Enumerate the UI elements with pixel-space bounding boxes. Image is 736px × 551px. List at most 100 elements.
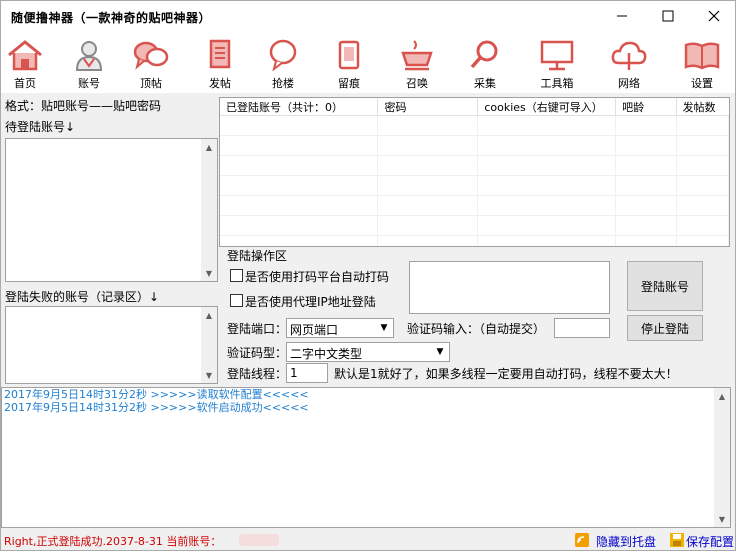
toolbar-summon[interactable]: 召唤 bbox=[387, 37, 447, 93]
scroll-down-icon[interactable]: ▼ bbox=[201, 367, 217, 383]
toolbar-network[interactable]: 网络 bbox=[599, 37, 659, 93]
threads-value: 1 bbox=[290, 366, 298, 380]
toolbar-grab-floor[interactable]: 抢楼 bbox=[253, 37, 313, 93]
toolbar-label: 账号 bbox=[78, 77, 100, 90]
hide-to-tray-link[interactable]: 隐藏到托盘 bbox=[596, 533, 656, 550]
maximize-button[interactable] bbox=[645, 1, 691, 31]
threads-input[interactable]: 1 bbox=[286, 363, 328, 383]
toolbar-label: 首页 bbox=[14, 77, 36, 90]
log-line: 2017年9月5日14时31分2秒 >>>>>读取软件配置<<<<< bbox=[4, 388, 309, 401]
close-button[interactable] bbox=[691, 1, 735, 31]
column-header-password[interactable]: 密码 bbox=[377, 98, 479, 116]
toolbar-post[interactable]: 发帖 bbox=[190, 37, 250, 93]
scroll-up-icon[interactable]: ▲ bbox=[714, 388, 730, 404]
save-icon bbox=[670, 533, 684, 547]
log-scrollbar[interactable]: ▲ ▼ bbox=[714, 388, 730, 527]
tablet-icon bbox=[338, 40, 360, 70]
main-window: 随便撸神器（一款神奇的贴吧神器） 首页 账号 顶帖 发帖 抢楼 留痕 召唤 采集… bbox=[0, 0, 736, 551]
login-group-title: 登陆操作区 bbox=[227, 249, 288, 263]
chevron-down-icon[interactable]: ▼ bbox=[377, 321, 391, 335]
toolbar-collect[interactable]: 采集 bbox=[455, 37, 515, 93]
toolbar-toolbox[interactable]: 工具箱 bbox=[527, 37, 587, 93]
table-row bbox=[220, 215, 729, 236]
column-header-post-count[interactable]: 发帖数 bbox=[676, 98, 729, 116]
captcha-input-label: 验证码输入：（自动提交） bbox=[407, 322, 546, 336]
failed-accounts-textarea[interactable]: ▲ ▼ bbox=[5, 306, 218, 384]
captcha-type-select[interactable]: 二字中文类型 ▼ bbox=[286, 342, 450, 362]
captcha-image-box bbox=[409, 261, 610, 314]
pending-accounts-textarea[interactable]: ▲ ▼ bbox=[5, 138, 218, 282]
column-header-account[interactable]: 已登陆账号（共计：0） bbox=[220, 98, 379, 116]
minimize-button[interactable] bbox=[599, 1, 645, 31]
log-area[interactable]: 2017年9月5日14时31分2秒 >>>>>读取软件配置<<<<< 2017年… bbox=[1, 387, 731, 528]
column-header-cookies[interactable]: cookies（右键可导入） bbox=[477, 98, 617, 116]
accounts-grid: 已登陆账号（共计：0） 密码 cookies（右键可导入） 吧龄 发帖数 bbox=[220, 98, 729, 246]
bubble-icon bbox=[269, 39, 297, 72]
window-title: 随便撸神器（一款神奇的贴吧神器） bbox=[11, 11, 212, 25]
format-label: 格式：贴吧账号——贴吧密码 bbox=[5, 99, 162, 113]
failed-scrollbar[interactable]: ▲ ▼ bbox=[201, 307, 217, 383]
captcha-checkbox-label[interactable]: 是否使用打码平台自动打码 bbox=[245, 268, 389, 285]
table-header-row: 已登陆账号（共计：0） 密码 cookies（右键可导入） 吧龄 发帖数 bbox=[220, 98, 729, 116]
table-row bbox=[220, 235, 729, 246]
table-row bbox=[220, 135, 729, 156]
toolbar-bump[interactable]: 顶帖 bbox=[121, 37, 181, 93]
stop-login-button[interactable]: 停止登陆 bbox=[627, 315, 703, 341]
toolbar-label: 网络 bbox=[618, 77, 640, 90]
home-icon bbox=[8, 40, 42, 71]
user-icon bbox=[75, 41, 103, 71]
document-icon bbox=[209, 39, 231, 69]
captcha-type-value: 二字中文类型 bbox=[290, 347, 363, 361]
log-line: 2017年9月5日14时31分2秒 >>>>>软件启动成功<<<<< bbox=[4, 401, 309, 414]
proxy-checkbox[interactable] bbox=[230, 294, 243, 307]
toolbar-label: 召唤 bbox=[406, 77, 428, 90]
table-row bbox=[220, 195, 729, 216]
login-group: 登陆操作区 是否使用打码平台自动打码 是否使用代理IP地址登陆 登陆账号 停止登… bbox=[219, 247, 730, 384]
scroll-up-icon[interactable]: ▲ bbox=[201, 139, 217, 155]
status-bar: Right,正式登陆成功.2037-8-31 当前账号： 隐藏到托盘 保存配置 bbox=[1, 528, 735, 550]
toolbar-label: 顶帖 bbox=[140, 77, 162, 90]
captcha-checkbox[interactable] bbox=[230, 269, 243, 282]
table-row bbox=[220, 155, 729, 176]
search-icon bbox=[470, 40, 498, 69]
captcha-type-label: 验证码型： bbox=[227, 346, 288, 360]
save-config-link[interactable]: 保存配置 bbox=[686, 533, 734, 550]
port-select-value: 网页端口 bbox=[290, 323, 339, 337]
tray-icon bbox=[575, 533, 589, 547]
failed-accounts-label: 登陆失败的账号（记录区）↓ bbox=[5, 290, 160, 304]
scroll-up-icon[interactable]: ▲ bbox=[201, 307, 217, 323]
maximize-icon bbox=[662, 10, 674, 22]
toolbar: 首页 账号 顶帖 发帖 抢楼 留痕 召唤 采集 工具箱 网络 设置 bbox=[1, 33, 735, 93]
captcha-input[interactable] bbox=[554, 318, 610, 338]
toolbar-label: 留痕 bbox=[338, 77, 360, 90]
chevron-down-icon[interactable]: ▼ bbox=[433, 345, 447, 359]
monitor-icon bbox=[540, 40, 574, 71]
toolbar-label: 设置 bbox=[691, 77, 713, 90]
cloud-icon bbox=[611, 41, 647, 70]
scroll-down-icon[interactable]: ▼ bbox=[714, 511, 730, 527]
chat-icon bbox=[133, 41, 169, 70]
toolbar-label: 抢楼 bbox=[272, 77, 294, 90]
toolbar-label: 发帖 bbox=[209, 77, 231, 90]
column-header-bar-age[interactable]: 吧龄 bbox=[615, 98, 677, 116]
port-select[interactable]: 网页端口 ▼ bbox=[286, 318, 394, 338]
scroll-down-icon[interactable]: ▼ bbox=[201, 265, 217, 281]
accounts-table[interactable]: 已登陆账号（共计：0） 密码 cookies（右键可导入） 吧龄 发帖数 bbox=[219, 97, 730, 247]
table-row bbox=[220, 175, 729, 196]
proxy-checkbox-label[interactable]: 是否使用代理IP地址登陆 bbox=[245, 293, 376, 310]
account-blurred-value bbox=[239, 534, 279, 546]
toolbar-trace[interactable]: 留痕 bbox=[319, 37, 379, 93]
login-account-button[interactable]: 登陆账号 bbox=[627, 261, 703, 311]
table-row bbox=[220, 115, 729, 136]
toolbar-home[interactable]: 首页 bbox=[1, 37, 55, 93]
toolbar-settings[interactable]: 设置 bbox=[672, 37, 732, 93]
toolbar-account[interactable]: 账号 bbox=[59, 37, 119, 93]
title-bar: 随便撸神器（一款神奇的贴吧神器） bbox=[1, 1, 735, 33]
cup-icon bbox=[401, 40, 433, 71]
port-label: 登陆端口： bbox=[227, 322, 288, 336]
toolbar-label: 采集 bbox=[474, 77, 496, 90]
close-icon bbox=[708, 10, 720, 22]
threads-label: 登陆线程： bbox=[227, 367, 288, 381]
pending-scrollbar[interactable]: ▲ ▼ bbox=[201, 139, 217, 281]
threads-hint: 默认是1就好了，如果多线程一定要用自动打码，线程不要太大！ bbox=[334, 367, 678, 381]
